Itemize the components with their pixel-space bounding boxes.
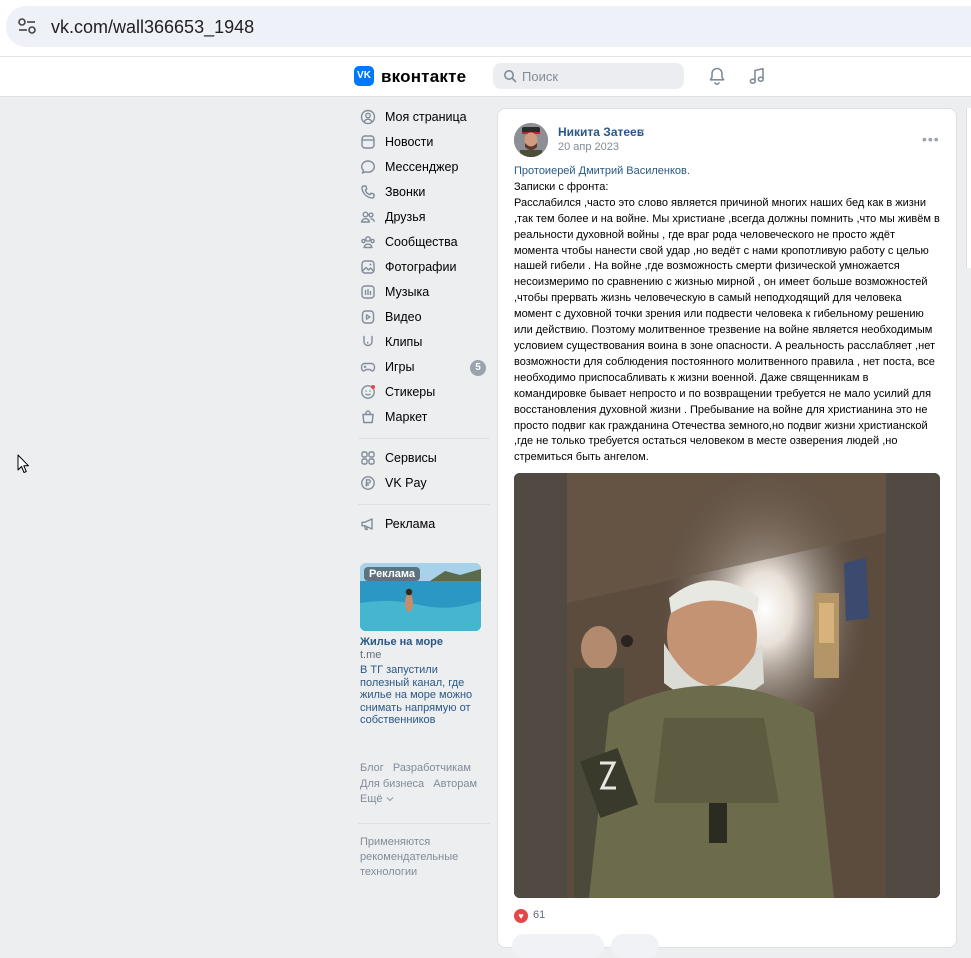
post-text-body: Расслабился ,часто это слово является пр… [514,196,940,464]
wall-post: Никита Затеев ✓ 20 апр 2023 ••• Протоиер… [497,108,957,958]
footer-link-business[interactable]: Для бизнеса [360,778,424,790]
sidebar-item-services[interactable]: Сервисы [358,447,490,472]
stickers-icon [361,385,375,399]
post-photo-picture [514,473,940,898]
photos-icon [361,260,375,274]
sidebar-item-messenger[interactable]: Мессенджер [358,156,490,181]
profile-icon [360,109,376,125]
sidebar-item-label: Стикеры [385,385,436,399]
likes-count: 61 [533,909,546,921]
post-author-mention-link[interactable]: Протоиерей Дмитрий Василенков. [514,164,942,180]
sidebar-item-photos[interactable]: Фотографии [358,256,490,281]
heart-icon: ♥ [514,909,528,923]
friends-icon [360,211,376,223]
post-photo[interactable] [514,473,940,898]
phone-icon [361,185,375,199]
sidebar-item-label: Видео [385,310,422,324]
search-icon [504,70,517,83]
communities-icon [361,236,375,249]
post-date[interactable]: 20 апр 2023 [558,141,619,153]
footer-divider [358,823,490,824]
sidebar-item-games[interactable]: Игры 5 [358,356,490,381]
sidebar-item-calls[interactable]: Звонки [358,181,490,206]
post-text: Протоиерей Дмитрий Василенков. Записки с… [514,164,942,466]
chat-icon [361,160,375,174]
vk-logo-icon[interactable]: VK [354,66,374,86]
services-icon [361,451,375,465]
sidebar-item-label: Мессенджер [385,160,459,174]
music-icon[interactable] [747,66,767,86]
ad-domain: t.me [360,649,382,661]
author-avatar[interactable] [514,123,548,157]
sidebar-item-label: Игры [385,360,415,374]
market-icon [362,410,374,424]
games-icon [360,362,376,372]
sidebar-item-ads[interactable]: Реклама [358,513,490,538]
sidebar-item-label: VK Pay [385,476,427,490]
bell-icon[interactable] [707,66,727,86]
brand-name[interactable]: вконтакте [381,67,466,87]
footer-link-blog[interactable]: Блог [360,762,384,774]
sidebar-item-label: Реклама [385,517,436,531]
sidebar-item-label: Новости [385,135,434,149]
footer-link-developers[interactable]: Разработчикам [393,762,471,774]
sidebar-item-label: Звонки [385,185,426,199]
video-icon [361,310,375,324]
share-button[interactable] [611,934,659,958]
post-author[interactable]: Никита Затеев [558,125,644,139]
megaphone-icon [361,518,373,531]
sidebar-item-label: Фотографии [385,260,457,274]
footer-link-more[interactable]: Ещё [360,793,383,805]
nav-divider [358,438,490,439]
left-navigation: Моя страница Новости Мессенджер Звонки Д… [358,106,490,538]
sidebar-item-market[interactable]: Маркет [358,406,490,431]
vk-top-header: VK вконтакте [0,56,971,97]
sidebar-item-label: Музыка [385,285,430,299]
sidebar-ad[interactable]: Реклама Жилье на море t.me В ТГ запустил… [360,563,490,727]
search-box[interactable] [493,63,684,89]
sidebar-item-communities[interactable]: Сообщества [358,231,490,256]
sidebar-item-vk-pay[interactable]: VK Pay [358,472,490,497]
post-text-subtitle: Записки с фронта: [514,180,609,193]
browser-address-bar: vk.com/wall366653_1948 [0,0,971,56]
sidebar-item-my-page[interactable]: Моя страница [358,106,490,131]
vkpay-icon [361,476,375,490]
ad-title[interactable]: Жилье на море [360,636,490,648]
sidebar-item-label: Сообщества [385,235,458,249]
more-options-icon[interactable]: ••• [922,131,940,147]
mouse-cursor-icon [17,454,29,473]
sidebar-item-label: Клипы [385,335,423,349]
right-panel-edge [966,108,971,268]
recommendation-note[interactable]: Применяются рекомендательные технологии [360,835,490,880]
news-icon [361,135,375,149]
like-button[interactable] [512,934,604,958]
sidebar-item-friends[interactable]: Друзья [358,206,490,231]
music-icon [361,285,375,299]
ad-image[interactable]: Реклама [360,563,481,631]
nav-divider [358,504,490,505]
ad-description[interactable]: В ТГ запустили полезный канал, где жилье… [360,664,482,727]
sidebar-item-video[interactable]: Видео [358,306,490,331]
chevron-down-icon [386,797,393,802]
sidebar-item-music[interactable]: Музыка [358,281,490,306]
avatar-picture [514,123,548,157]
footer-link-authors[interactable]: Авторам [433,778,477,790]
sidebar-item-news[interactable]: Новости [358,131,490,156]
clips-icon [363,335,373,347]
games-count-badge: 5 [470,360,486,376]
search-input[interactable] [522,67,672,85]
url-field[interactable]: vk.com/wall366653_1948 [6,6,971,47]
sidebar-item-label: Друзья [385,210,426,224]
sidebar-item-clips[interactable]: Клипы [358,331,490,356]
footer-links: Блог Разработчикам Для бизнеса Авторам Е… [360,761,490,808]
sidebar-item-stickers[interactable]: Стикеры [358,381,490,406]
verified-icon: ✓ [637,127,647,139]
sidebar-item-label: Моя страница [385,110,467,124]
sidebar-item-label: Маркет [385,410,428,424]
ad-label: Реклама [364,567,421,581]
sidebar-item-label: Сервисы [385,451,437,465]
site-settings-icon[interactable] [18,18,36,34]
url-text[interactable]: vk.com/wall366653_1948 [51,17,254,38]
